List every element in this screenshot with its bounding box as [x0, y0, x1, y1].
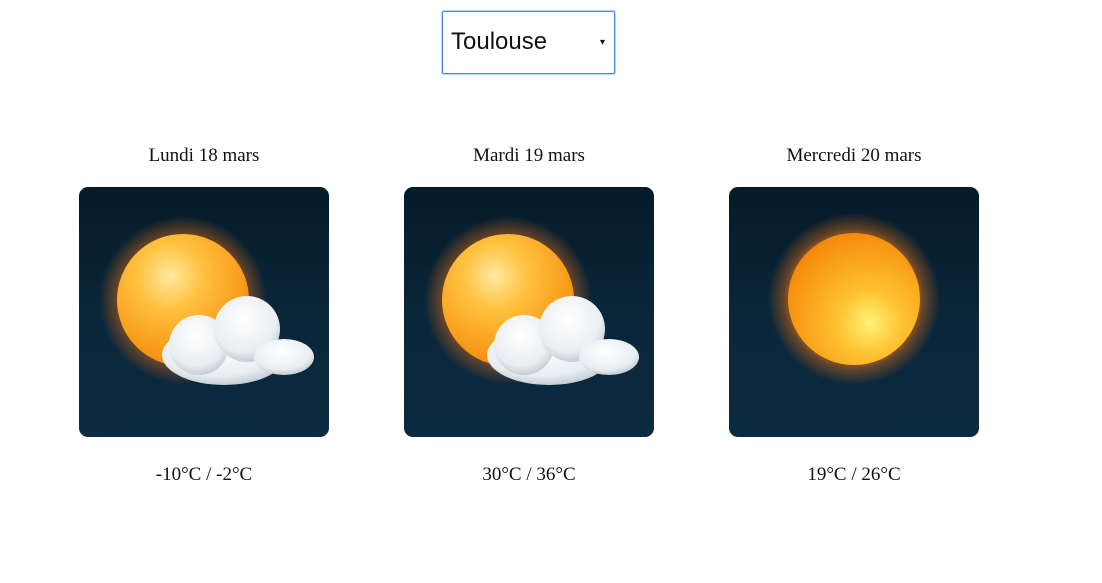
day-card-tuesday: Mardi 19 mars 30°C / 36°C [404, 142, 654, 489]
weather-tile [729, 187, 979, 437]
temperature-range: -10°C / -2°C [155, 464, 253, 485]
day-title: Mercredi 20 mars [786, 145, 922, 166]
weather-tile [404, 187, 654, 437]
day-card-monday: Lundi 18 mars -10°C / -2°C [79, 142, 329, 489]
sun-behind-cloud-icon [424, 216, 639, 385]
day-title: Lundi 18 mars [148, 145, 260, 166]
day-title: Mardi 19 mars [473, 145, 585, 166]
city-select-value: Toulouse [451, 28, 548, 55]
sun-icon [768, 213, 940, 385]
city-select[interactable]: Toulouse ▾ [442, 11, 615, 74]
sun-behind-cloud-icon [99, 216, 314, 385]
weather-tile [79, 187, 329, 437]
temperature-range: 30°C / 36°C [482, 464, 576, 485]
temperature-range: 19°C / 26°C [807, 464, 901, 485]
chevron-down-icon: ▾ [599, 37, 605, 48]
day-card-wednesday: Mercredi 20 mars 19°C / 26°C [729, 142, 979, 489]
